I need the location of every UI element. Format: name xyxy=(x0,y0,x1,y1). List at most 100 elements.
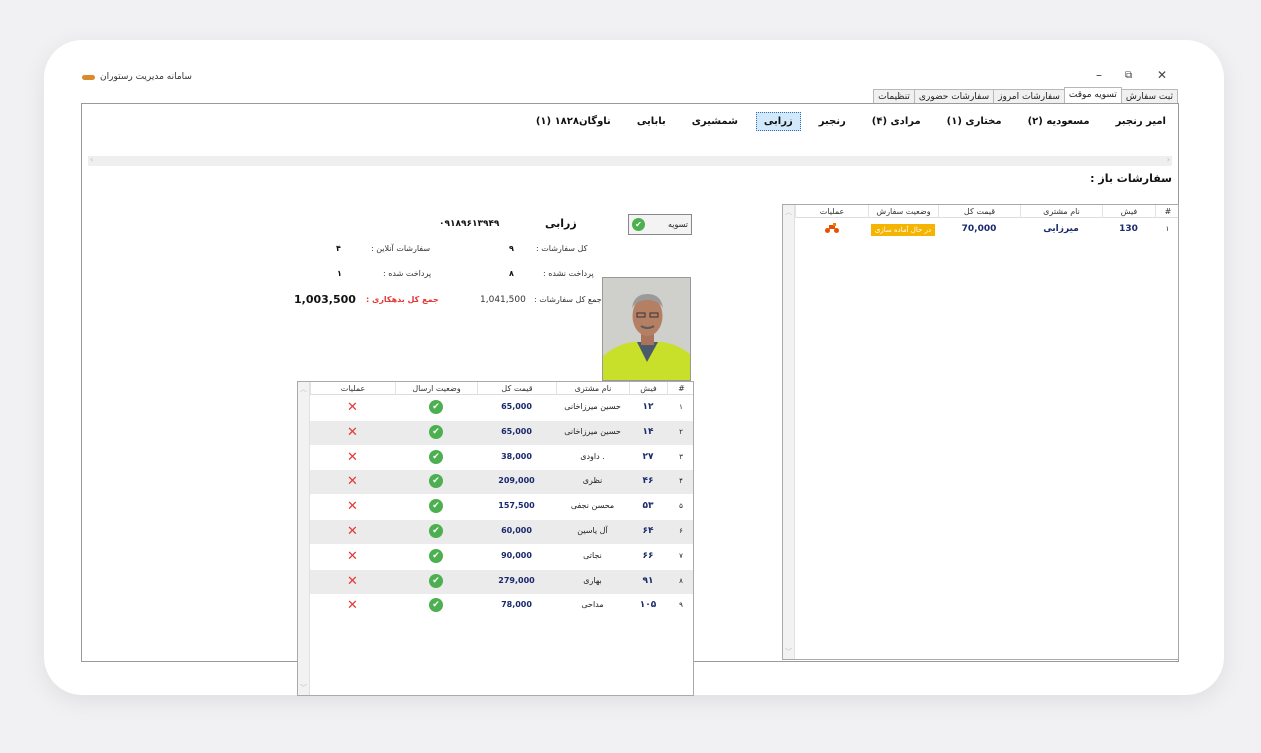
row-index: ۲ xyxy=(679,427,683,436)
row-index: ۱ xyxy=(1165,225,1170,233)
column-header-actions[interactable]: عملیات xyxy=(310,382,395,395)
customer-name: داودی . xyxy=(580,451,605,461)
close-icon[interactable]: ✕ xyxy=(347,450,358,465)
table-row[interactable]: ۲ ۱۴ حسین میرزاخانی 65,000 ✔ ✕ xyxy=(310,420,693,445)
customer-detail-name: زرابی xyxy=(545,217,577,230)
table-row[interactable]: ۸ ۹۱ بهاری 279,000 ✔ ✕ xyxy=(310,569,693,594)
table-row[interactable]: ۵ ۵۳ محسن نجفی 157,500 ✔ ✕ xyxy=(310,495,693,519)
customer-tab[interactable]: ناوگان۱۸۲۸ (۱) xyxy=(528,112,619,131)
customer-tab[interactable]: مسعودیه (۲) xyxy=(1020,112,1098,131)
column-header-customer[interactable]: نام مشتری xyxy=(556,382,629,395)
table-row[interactable]: ۶ ۶۴ آل یاسین 60,000 ✔ ✕ xyxy=(310,520,693,544)
delivery-status: ✔ xyxy=(395,449,477,464)
receipt-number: ۲۷ xyxy=(642,451,654,462)
order-total: 65,000 xyxy=(501,426,532,436)
column-header-index[interactable]: # xyxy=(1155,205,1178,218)
scroll-right-icon[interactable]: › xyxy=(1167,155,1170,164)
close-icon[interactable]: ✕ xyxy=(347,499,358,514)
delivery-status: ✔ xyxy=(395,573,477,588)
table-row[interactable]: ۱ ۱۲ حسین میرزاخانی 65,000 ✔ ✕ xyxy=(310,396,693,420)
delete-order-button[interactable]: ✕ xyxy=(310,549,395,564)
delivery-status: ✔ xyxy=(395,499,477,514)
column-header-receipt[interactable]: فیش xyxy=(1102,205,1155,218)
paid-label: پرداخت شده : xyxy=(383,269,432,278)
unpaid-value: ۸ xyxy=(509,269,514,278)
delete-order-button[interactable]: ✕ xyxy=(310,524,395,539)
column-header-total[interactable]: قیمت کل xyxy=(938,205,1020,218)
scroll-down-icon[interactable]: ﹀ xyxy=(300,683,307,693)
column-header-receipt[interactable]: فیش xyxy=(629,382,667,395)
delete-order-button[interactable]: ✕ xyxy=(310,474,395,489)
column-header-delivery-status[interactable]: وضعیت ارسال xyxy=(395,382,477,395)
check-icon: ✔ xyxy=(429,524,443,538)
close-icon[interactable]: ✕ xyxy=(347,549,358,564)
close-button[interactable]: ✕ xyxy=(1157,68,1167,82)
customer-tab-selected[interactable]: زرابی xyxy=(755,111,801,131)
row-index: ۴ xyxy=(679,477,683,486)
minimize-button[interactable]: – xyxy=(1096,68,1102,82)
delete-order-button[interactable]: ✕ xyxy=(310,450,395,465)
receipt-number: ۴۶ xyxy=(642,476,654,487)
delete-order-button[interactable]: ✕ xyxy=(310,499,395,514)
column-header-index[interactable]: # xyxy=(667,382,693,395)
table-row[interactable]: ۳ ۲۷ داودی . 38,000 ✔ ✕ xyxy=(310,446,693,470)
check-icon: ✔ xyxy=(429,474,443,489)
horizontal-scrollbar[interactable]: ‹ › xyxy=(88,155,1172,166)
customer-tab[interactable]: شمشیری xyxy=(684,112,746,131)
close-icon[interactable]: ✕ xyxy=(347,524,358,539)
order-total: 209,000 xyxy=(498,476,535,486)
tab-new-order[interactable]: ثبت سفارش xyxy=(1120,89,1178,103)
close-icon[interactable]: ✕ xyxy=(347,598,358,613)
customer-name: محسن نجفی xyxy=(570,501,615,511)
close-icon[interactable]: ✕ xyxy=(347,400,358,415)
vertical-scrollbar[interactable]: ︿ ﹀ xyxy=(298,382,310,695)
delete-order-button[interactable]: ✕ xyxy=(310,598,395,613)
column-header-actions[interactable]: عملیات xyxy=(795,205,868,218)
settle-button[interactable]: تسویه ✔ xyxy=(628,214,692,235)
delete-order-button[interactable]: ✕ xyxy=(310,425,395,440)
delete-order-button[interactable]: ✕ xyxy=(310,574,395,589)
row-index: ۹ xyxy=(679,601,683,610)
customer-tab[interactable]: مرادی (۴) xyxy=(864,112,929,131)
check-icon: ✔ xyxy=(429,548,443,563)
debt-label: جمع کل بدهکاری : xyxy=(366,295,439,304)
column-header-customer[interactable]: نام مشتری xyxy=(1020,205,1102,218)
tab-today-orders[interactable]: سفارشات امروز xyxy=(993,89,1065,103)
unpaid-label: پرداخت نشده : xyxy=(543,269,594,278)
close-icon[interactable]: ✕ xyxy=(347,574,358,589)
motorbike-icon[interactable] xyxy=(824,222,840,234)
check-icon: ✔ xyxy=(429,573,443,588)
content-frame: ناوگان۱۸۲۸ (۱) بابایی شمشیری زرابی رنجبر… xyxy=(81,103,1179,696)
tab-settings[interactable]: تنظیمات xyxy=(873,89,915,103)
table-row[interactable]: ۷ ۶۶ نجاتی 90,000 ✔ ✕ xyxy=(310,545,693,569)
row-index: ۱ xyxy=(679,403,683,411)
total-orders-label: کل سفارشات : xyxy=(536,244,588,253)
customer-tab[interactable]: مختاری (۱) xyxy=(939,112,1010,131)
table-row[interactable]: ۹ ۱۰۵ مداحی 78,000 ✔ ✕ xyxy=(310,594,693,618)
customer-orders-grid: ︿ ﹀ عملیات وضعیت ارسال قیمت کل نام مشتری… xyxy=(297,381,694,696)
column-header-status[interactable]: وضعیت سفارش xyxy=(868,205,938,218)
customer-name: میرزایی xyxy=(1043,224,1079,234)
order-total: 38,000 xyxy=(501,451,532,461)
close-icon[interactable]: ✕ xyxy=(347,425,358,440)
order-total: 65,000 xyxy=(501,402,532,411)
scroll-up-icon[interactable]: ︿ xyxy=(785,207,792,217)
customer-tab[interactable]: رنجبر xyxy=(811,112,854,131)
tab-dine-in-orders[interactable]: سفارشات حضوری xyxy=(913,89,995,103)
scroll-up-icon[interactable]: ︿ xyxy=(300,384,307,394)
delete-order-button[interactable]: ✕ xyxy=(310,400,395,415)
scroll-left-icon[interactable]: ‹ xyxy=(90,155,93,164)
vertical-scrollbar[interactable]: ︿ ﹀ xyxy=(783,205,795,659)
scroll-down-icon[interactable]: ﹀ xyxy=(785,647,792,657)
online-orders-label: سفارشات آنلاین : xyxy=(371,244,431,253)
column-header-total[interactable]: قیمت کل xyxy=(477,382,556,395)
table-row[interactable]: ۴ ۴۶ نظری 209,000 ✔ ✕ xyxy=(310,470,693,495)
customer-tab[interactable]: امیر رنجبر xyxy=(1108,112,1174,131)
main-tabs: ثبت سفارش تسویه موقت سفارشات امروز سفارش… xyxy=(873,87,1178,103)
tab-temp-settlement[interactable]: تسویه موقت xyxy=(1063,87,1122,103)
customer-tab[interactable]: بابایی xyxy=(629,112,674,131)
table-row[interactable]: ۱ 130 میرزایی 70,000 در حال آماده سازی xyxy=(795,219,1178,241)
close-icon[interactable]: ✕ xyxy=(347,474,358,489)
sum-orders-label: جمع کل سفارشات : xyxy=(534,295,602,304)
restore-button[interactable]: ⧉ xyxy=(1125,70,1132,81)
